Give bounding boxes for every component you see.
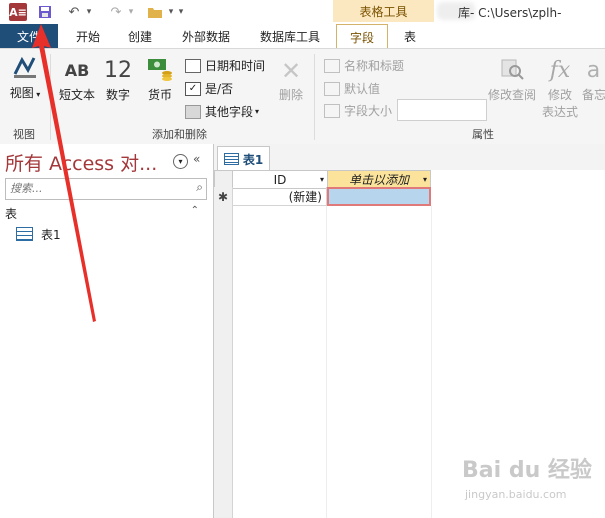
watermark-url: jingyan.baidu.com xyxy=(465,488,567,501)
watermark-logo: Bai du 经验 xyxy=(462,458,592,483)
annotation-arrow xyxy=(32,24,96,322)
